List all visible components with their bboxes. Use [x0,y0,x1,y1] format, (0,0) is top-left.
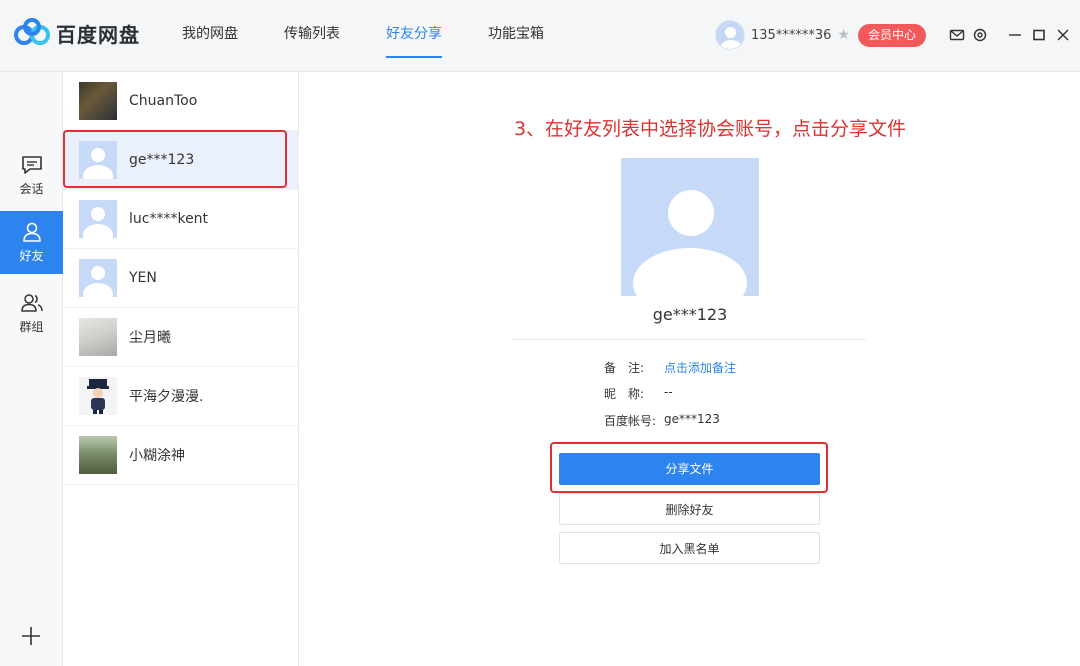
top-bar: 百度网盘 我的网盘 传输列表 好友分享 功能宝箱 135******36 ★ 会… [0,0,1080,72]
info-value: ge***123 [664,412,720,426]
friend-name: luc****kent [129,211,209,227]
rail-item-chat[interactable]: 会话 [0,144,63,206]
friend-item[interactable]: YEN [63,249,299,308]
friend-avatar [79,82,117,120]
friend-name: YEN [129,270,157,286]
nav-my-disk[interactable]: 我的网盘 [168,0,252,72]
plus-icon[interactable] [19,624,43,648]
friend-item[interactable]: ChuanToo [63,72,299,131]
friend-avatar [79,436,117,474]
friend-item[interactable]: luc****kent [63,190,299,249]
annotation-highlight-friend [63,130,287,188]
friend-avatar [79,200,117,238]
info-row-remark: 备 注: 点击添加备注 [604,359,736,376]
divider [512,339,866,340]
annotation-highlight-share [550,442,828,493]
nav-transfer-list[interactable]: 传输列表 [270,0,354,72]
friend-detail-name: ge***123 [652,305,728,324]
friend-name: 小糊涂神 [129,448,185,464]
app-title: 百度网盘 [56,22,140,47]
info-label: 百度帐号: [604,414,657,428]
friend-avatar [79,318,117,356]
friend-large-avatar [621,158,759,296]
rail-item-friends[interactable]: 好友 [0,211,63,274]
vip-center-button[interactable]: 会员中心 [858,24,926,47]
instruction-text: 3、在好友列表中选择协会账号，点击分享文件 [513,118,907,140]
friend-item[interactable]: 尘月曦 [63,308,299,367]
maximize-icon[interactable] [1030,26,1048,44]
friend-item[interactable]: 平海夕漫漫. [63,367,299,426]
friend-avatar [79,259,117,297]
mail-icon[interactable] [948,26,966,44]
baidu-netdisk-logo-icon [14,18,50,45]
left-rail: 会话 好友 群组 [0,72,63,666]
rail-item-groups[interactable]: 群组 [0,282,63,344]
close-icon[interactable] [1054,26,1072,44]
nav-friend-share[interactable]: 好友分享 [372,0,456,72]
friend-detail-panel: 3、在好友列表中选择协会账号，点击分享文件 ge***123 备 注: 点击添加… [300,72,1080,666]
rail-item-label: 群组 [19,320,44,334]
user-avatar[interactable] [715,20,745,50]
group-icon [20,294,43,312]
add-to-blacklist-button[interactable]: 加入黑名单 [559,532,820,564]
add-remark-link[interactable]: 点击添加备注 [664,359,736,376]
friend-name: 平海夕漫漫. [129,389,204,405]
friend-item[interactable]: 小糊涂神 [63,426,299,485]
app-logo[interactable]: 百度网盘 [14,18,140,48]
main-nav: 我的网盘 传输列表 好友分享 功能宝箱 [168,0,576,72]
person-icon [22,222,41,242]
delete-friend-button[interactable]: 删除好友 [559,493,820,525]
minimize-icon[interactable] [1006,26,1024,44]
info-row-account: 百度帐号: ge***123 [604,412,720,429]
friend-avatar [79,377,117,415]
user-area[interactable]: 135******36 ★ [715,20,850,50]
info-label: 备 注: [604,361,645,375]
settings-icon[interactable] [971,26,989,44]
rail-item-label: 会话 [19,182,44,196]
info-row-nickname: 昵 称: -- [604,385,673,402]
chat-icon [21,156,42,174]
vip-level-icon: ★ [837,27,850,43]
info-label: 昵 称: [604,387,645,401]
friend-name: ChuanToo [129,93,198,109]
info-value: -- [664,385,673,399]
cartoon-avatar-icon [87,379,109,414]
rail-item-label: 好友 [19,249,44,263]
user-name[interactable]: 135******36 [751,28,831,43]
nav-toolbox[interactable]: 功能宝箱 [474,0,558,72]
friend-name: 尘月曦 [129,330,171,346]
